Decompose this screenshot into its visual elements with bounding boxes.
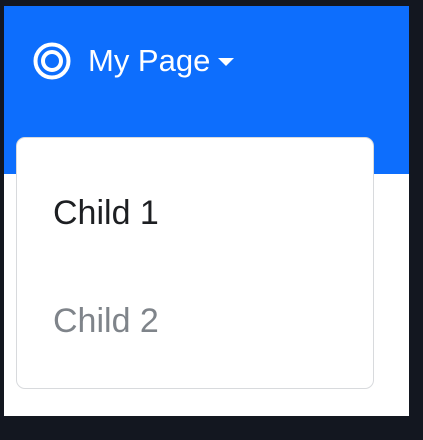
app-viewport: My Page Child 1 Child 2 (4, 6, 409, 416)
dropdown-item-child-2[interactable]: Child 2 (17, 294, 373, 348)
dropdown-item-child-1[interactable]: Child 1 (17, 186, 373, 240)
caret-down-icon (218, 58, 235, 66)
target-icon (32, 41, 72, 81)
brand-dropdown-toggle[interactable]: My Page (32, 36, 235, 86)
dropdown-menu: Child 1 Child 2 (16, 137, 374, 389)
brand-label: My Page (88, 43, 211, 78)
